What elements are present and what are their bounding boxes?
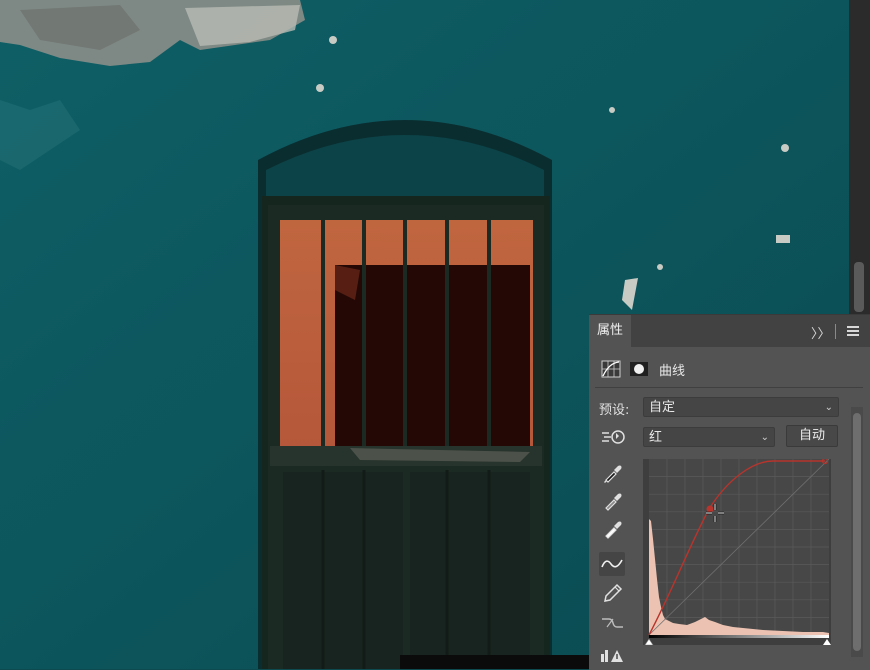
curves-graph[interactable] <box>643 459 831 645</box>
panel-scrollbar-thumb[interactable] <box>853 413 861 651</box>
panel-scrollbar[interactable] <box>851 407 863 657</box>
curves-adjustment-icon[interactable] <box>601 360 621 378</box>
pencil-draw-icon[interactable] <box>599 581 625 605</box>
gray-point-eyedropper-icon[interactable] <box>599 489 625 513</box>
white-point-eyedropper-icon[interactable] <box>599 517 625 541</box>
on-image-adjust-icon[interactable] <box>601 428 625 446</box>
preset-label: 预设: <box>599 403 630 418</box>
collapse-panel-icon[interactable]: 〉〉 <box>811 323 831 342</box>
curve-point-tool-icon[interactable] <box>599 552 625 576</box>
chevron-down-icon: ⌄ <box>824 402 833 413</box>
panel-menu-icon[interactable] <box>847 326 859 338</box>
auto-button[interactable]: 自动 <box>786 425 838 447</box>
properties-panel: 属性 〉〉 曲线 预设: 自定 ⌄ 红 ⌄ 自动 <box>589 314 870 670</box>
input-gradient-bar <box>649 635 829 638</box>
clipping-warning-icon[interactable] <box>599 642 625 666</box>
layer-mask-icon[interactable] <box>629 360 649 378</box>
preset-value: 自定 <box>649 400 676 415</box>
preset-dropdown[interactable]: 自定 ⌄ <box>643 397 839 417</box>
chevron-down-icon: ⌄ <box>760 432 769 443</box>
curve-point[interactable] <box>706 505 714 513</box>
panel-tab-bar: 属性 〉〉 <box>589 315 870 347</box>
header-divider <box>595 387 863 388</box>
tab-properties[interactable]: 属性 <box>589 315 631 347</box>
scrollbar-thumb[interactable] <box>854 262 864 312</box>
channel-value: 红 <box>649 430 663 445</box>
adjustment-title: 曲线 <box>659 364 686 379</box>
black-point-eyedropper-icon[interactable] <box>599 461 625 485</box>
smooth-curve-icon[interactable] <box>599 611 625 635</box>
channel-dropdown[interactable]: 红 ⌄ <box>643 427 775 447</box>
tabbar-divider <box>835 324 836 339</box>
